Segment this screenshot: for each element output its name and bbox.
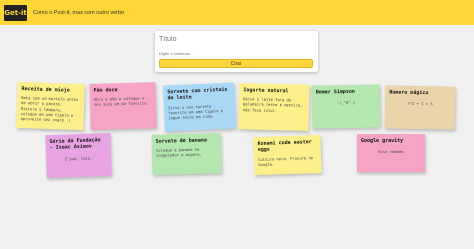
note-title: Iogurte natural	[243, 87, 289, 95]
note-card[interactable]: Sorvete com cristais de leite Sirva o se…	[163, 82, 236, 132]
note-body: -(_^O^_)	[336, 100, 356, 106]
note-body: Coloque a banana no congelador e espere.	[155, 146, 202, 159]
note-title: Sorvete de banana	[155, 137, 207, 145]
app-logo[interactable]: Get-it	[4, 4, 27, 21]
note-title: Receita de miojo	[21, 85, 70, 94]
note-body: É boa, leia.	[64, 155, 93, 161]
note-card[interactable]: Pão doce Abra o pão e coloque o seu suco…	[89, 82, 157, 130]
new-note-form: Criar	[155, 31, 318, 72]
note-title: Sorvete com cristais de leite	[167, 86, 228, 102]
note-title: Série da Fundação - Isaac Asimov	[49, 137, 101, 152]
app-root: Get-it Como o Post-it, mas com outro ver…	[0, 0, 474, 249]
note-title: Nomer Simpson	[315, 88, 355, 96]
note-title: Numero mágico	[389, 89, 429, 97]
note-card[interactable]: Google gravity Rise também	[357, 134, 425, 172]
note-card[interactable]: Sorvete de banana Coloque a banana no co…	[151, 133, 222, 175]
note-card[interactable]: Konami code easter eggs Cultura nerd. Pr…	[253, 134, 322, 176]
create-note-button[interactable]: Criar	[159, 59, 313, 68]
note-body: Sirva o seu sorvete favorito em uma tige…	[167, 102, 224, 121]
note-card[interactable]: Iogurte natural Deixe o leite fora da ge…	[238, 83, 310, 131]
note-title: Konami code easter eggs	[257, 139, 312, 154]
note-card[interactable]: Série da Fundação - Isaac Asimov É boa, …	[45, 132, 112, 179]
note-card[interactable]: Receita de miojo Bata com um martelo ant…	[16, 81, 85, 131]
note-body: Cultura nerd. Procure no Google.	[258, 154, 314, 167]
note-body: n^2 + 1 = 5	[407, 101, 433, 107]
note-title: Google gravity	[361, 138, 404, 144]
note-title: Pão doce	[93, 87, 118, 94]
note-content-input[interactable]	[159, 49, 309, 57]
note-body: Bata com um martelo antes de abrir o pac…	[20, 95, 79, 123]
note-card[interactable]: Nomer Simpson -(_^O^_)	[311, 84, 381, 129]
top-bar: Get-it Como o Post-it, mas com outro ver…	[0, 0, 474, 25]
tagline: Como o Post-it, mas com outro verbo	[33, 9, 125, 16]
note-body: Abra o pão e coloque o seu suco em pó fa…	[93, 95, 149, 108]
note-body: Deixe o leite fora da geladeira (este é …	[242, 96, 303, 113]
note-title-input[interactable]	[159, 34, 309, 44]
note-body: Rise também	[378, 149, 404, 155]
note-card[interactable]: Numero mágico n^2 + 1 = 5	[384, 85, 456, 130]
